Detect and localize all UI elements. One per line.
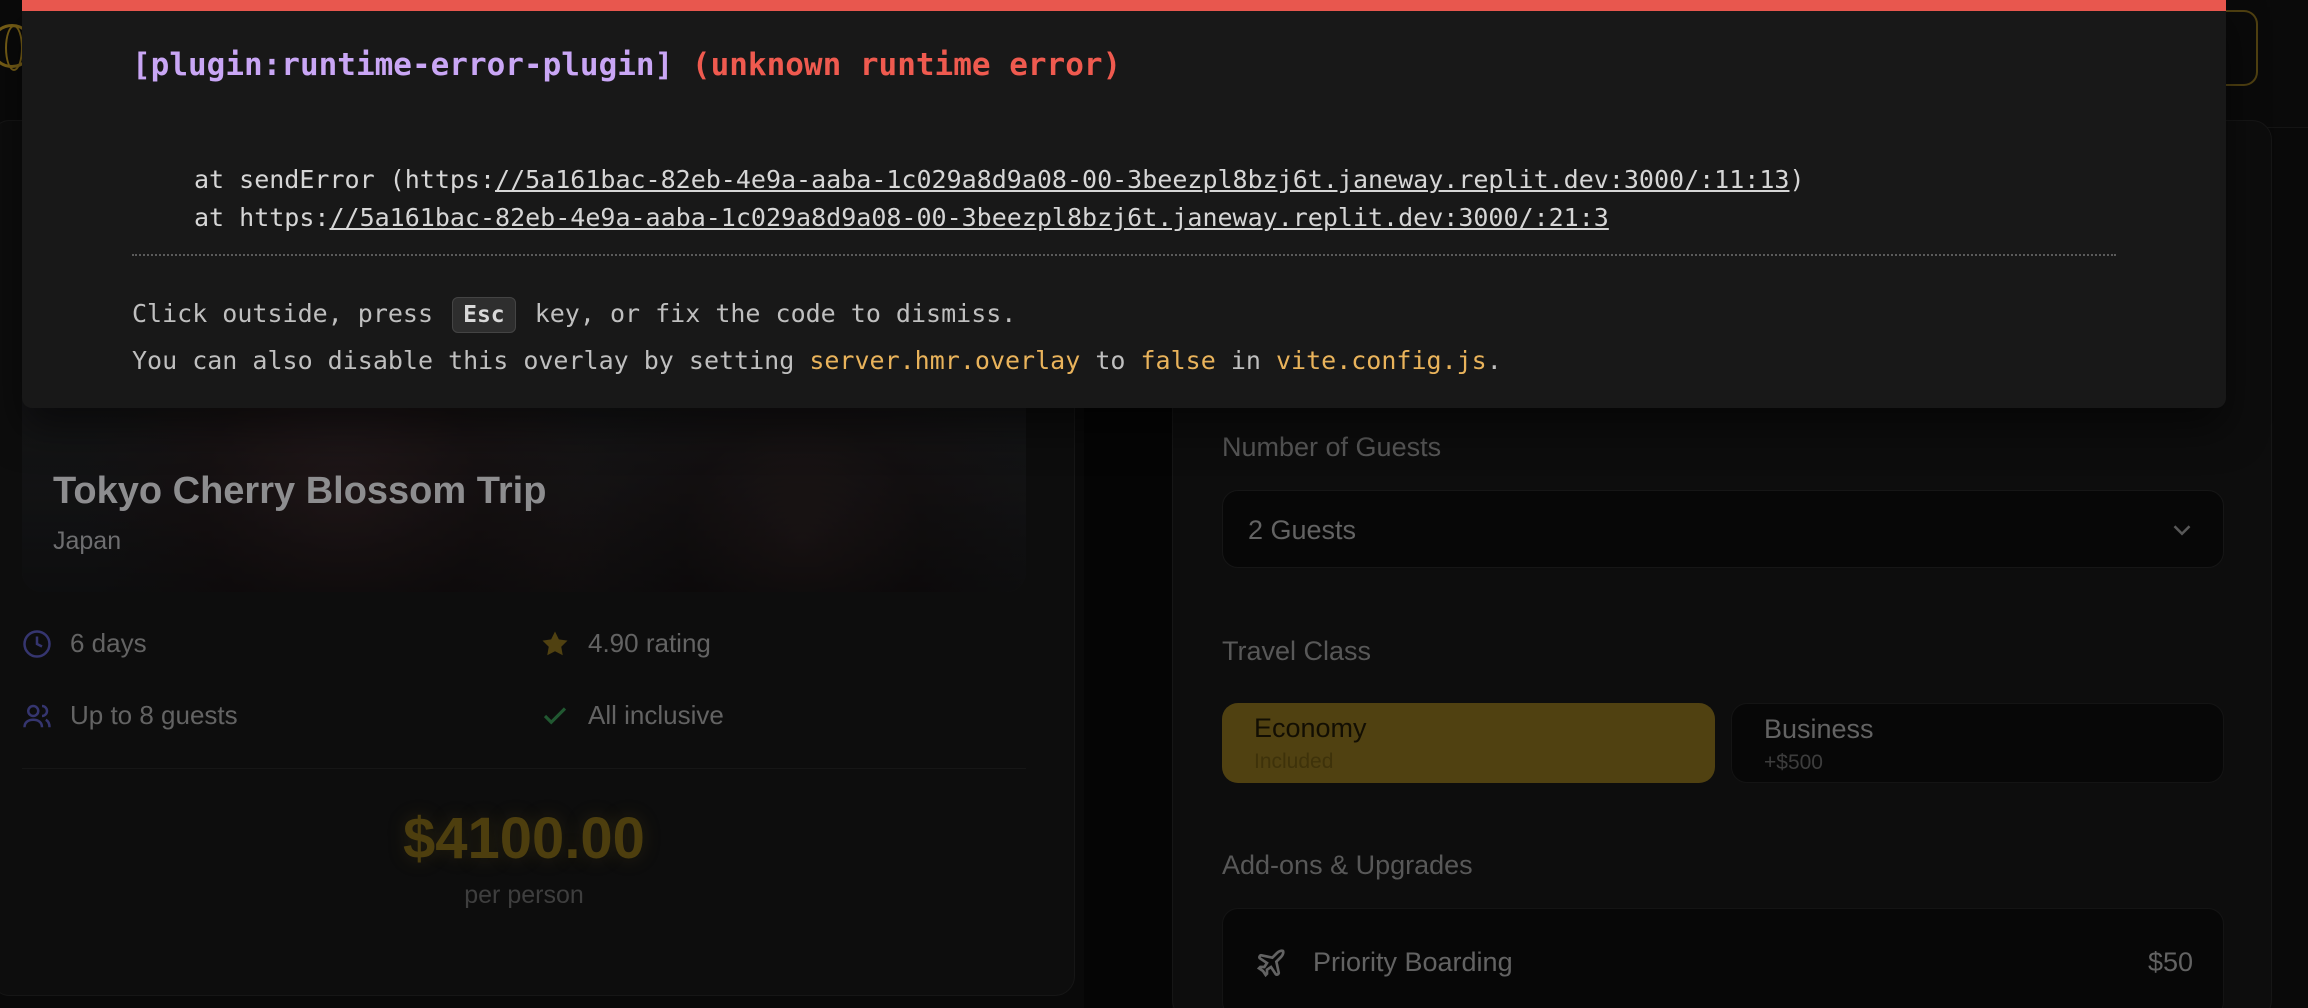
stack-prefix: at https: [194, 203, 330, 232]
vite-error-overlay: [plugin:runtime-error-plugin] (unknown r… [22, 0, 2226, 408]
error-plugin-name: [plugin:runtime-error-plugin] [132, 47, 674, 83]
stack-line: at sendError (https://5a161bac-82eb-4e9a… [194, 165, 1805, 194]
stack-prefix: at sendError (https: [194, 165, 496, 194]
overlay-separator [132, 254, 2116, 256]
disable-tip: You can also disable this overlay by set… [132, 346, 1502, 375]
tip-text: to [1095, 346, 1126, 375]
stack-suffix: ) [1789, 165, 1805, 194]
tip-text: in [1230, 346, 1261, 375]
tip-end: . [1486, 346, 1502, 375]
esc-key: Esc [452, 297, 516, 333]
config-key: server.hmr.overlay [809, 346, 1081, 375]
tip-text: Click outside, press [132, 299, 434, 328]
trip-country: Japan [53, 527, 122, 555]
error-message: (unknown runtime error) [691, 47, 1122, 83]
trip-title: Tokyo Cherry Blossom Trip [53, 470, 547, 512]
config-file: vite.config.js [1276, 346, 1487, 375]
tip-text: You can also disable this overlay by set… [132, 346, 795, 375]
error-heading: [plugin:runtime-error-plugin] (unknown r… [132, 47, 1121, 83]
tip-text: key, or fix the code to dismiss. [534, 299, 1017, 328]
stack-file-link[interactable]: //5a161bac-82eb-4e9a-aaba-1c029a8d9a08-0… [329, 203, 1608, 232]
stack-file-link[interactable]: //5a161bac-82eb-4e9a-aaba-1c029a8d9a08-0… [495, 165, 1789, 194]
stack-line: at https://5a161bac-82eb-4e9a-aaba-1c029… [194, 203, 1609, 232]
config-value: false [1140, 346, 1216, 375]
dismiss-tip: Click outside, press Esc key, or fix the… [132, 297, 1016, 333]
